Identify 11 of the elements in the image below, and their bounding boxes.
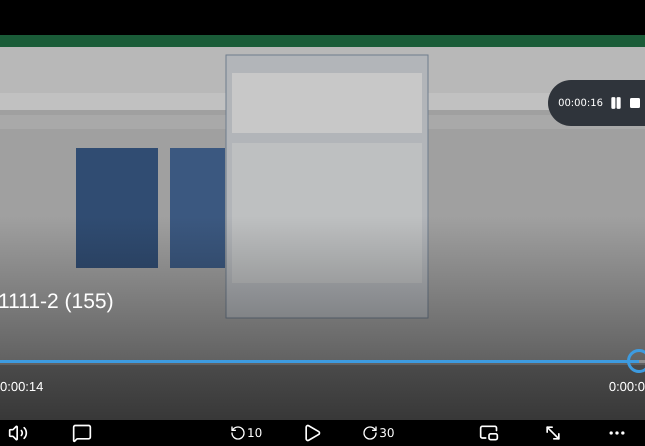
subtitles-button[interactable] [72,423,92,443]
elapsed-time: 0:00:14 [0,379,44,394]
stop-icon[interactable] [629,97,641,109]
progress-thumb[interactable] [626,349,645,373]
rewind-button[interactable]: 10 [230,425,262,441]
duration-time: 0:00:0 [608,379,645,394]
pause-icon[interactable] [609,96,623,110]
forward-button[interactable]: 30 [362,425,395,441]
volume-button[interactable] [8,423,28,443]
picture-in-picture-button[interactable] [478,423,499,443]
timer-text: 00:00:16 [558,98,603,108]
